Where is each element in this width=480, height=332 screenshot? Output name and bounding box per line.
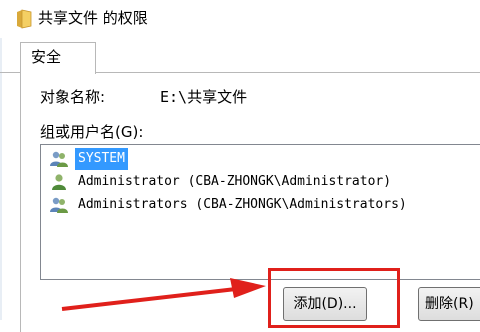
annotation-highlight-box — [268, 268, 400, 328]
groups-label: 组或用户名(G): — [40, 123, 144, 141]
object-name-label: 对象名称: — [40, 88, 106, 106]
list-item-administrators[interactable]: Administrators (CBA-ZHONGK\Administrator… — [44, 194, 480, 216]
users-group-icon — [50, 197, 68, 213]
folder-icon — [17, 9, 32, 29]
window-frame-edge — [0, 38, 2, 320]
remove-button[interactable]: 删除(R) — [418, 287, 480, 321]
tab-security[interactable]: 安全 — [20, 42, 96, 74]
list-item-system[interactable]: SYSTEM — [44, 148, 480, 170]
title-bar[interactable]: 共享文件 的权限 — [0, 0, 480, 38]
object-name-value: E:\共享文件 — [160, 88, 248, 106]
permissions-dialog: 共享文件 的权限 安全 对象名称: E:\共享文件 组或用户名(G): SYST… — [0, 0, 480, 332]
groups-listbox[interactable]: SYSTEM Administrator (CBA-ZHONGK\Adminis… — [40, 144, 480, 280]
users-group-icon — [50, 151, 68, 167]
list-item-administrator[interactable]: Administrator (CBA-ZHONGK\Administrator) — [44, 171, 480, 193]
list-item-label: Administrator (CBA-ZHONGK\Administrator) — [78, 174, 392, 189]
user-icon — [52, 174, 66, 190]
window-title: 共享文件 的权限 — [38, 9, 148, 27]
list-item-label: SYSTEM — [75, 148, 128, 170]
list-item-label: Administrators (CBA-ZHONGK\Administrator… — [78, 197, 407, 212]
